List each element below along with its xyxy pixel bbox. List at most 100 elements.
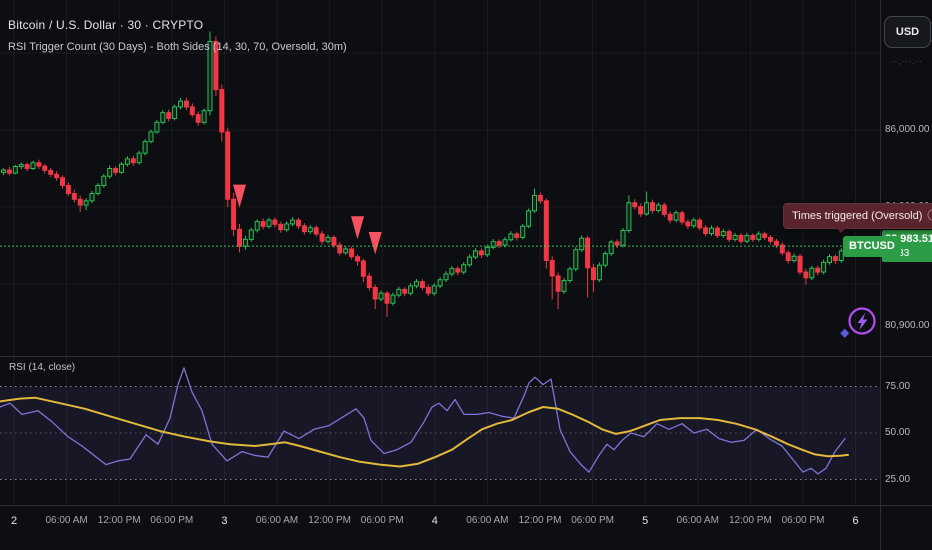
time-axis[interactable]: 2 06:00 AM 12:00 PM 06:00 PM 3 06:00 AM 12:00 … [0, 505, 932, 550]
rsi-axis-label: 50.00 [885, 427, 911, 438]
candle [478, 248, 484, 258]
pane-separator[interactable] [0, 356, 932, 357]
candle [166, 109, 172, 122]
candle [650, 199, 655, 214]
candle [355, 254, 360, 266]
candle [296, 217, 301, 229]
candle [620, 228, 626, 248]
candle [12, 165, 18, 175]
candle [408, 283, 414, 296]
candle [585, 235, 591, 298]
candle [608, 239, 614, 256]
boost-lightning-icon[interactable] [838, 300, 886, 344]
candle [549, 256, 555, 300]
candle [596, 262, 602, 283]
candle [189, 103, 195, 118]
candle [307, 225, 313, 234]
time-tick-day-label: 5 [642, 515, 649, 527]
candle [655, 202, 661, 213]
candle [832, 254, 838, 264]
candle [667, 211, 673, 224]
oversold-trigger-markers [233, 184, 382, 255]
candle [673, 210, 679, 223]
candle [319, 230, 325, 245]
candle [520, 223, 526, 240]
candle [732, 232, 738, 242]
candle [709, 225, 714, 236]
rsi-axis-label: 25.00 [885, 473, 911, 485]
candle [508, 231, 514, 242]
candle [242, 235, 248, 250]
time-tick-label: 06:00 PM [781, 515, 825, 526]
time-tick-label: 12:00 PM [308, 515, 351, 526]
candle [130, 155, 136, 166]
candle [738, 233, 744, 244]
candle [638, 203, 644, 218]
lightning-bolt-icon [857, 312, 868, 330]
indicator-title[interactable]: RSI Trigger Count (30 Days) - Both Sides… [8, 37, 347, 58]
candle [6, 166, 12, 176]
candle [284, 221, 290, 232]
rsi-axis-label: 75.00 [885, 380, 911, 392]
candle [89, 190, 95, 204]
candle [71, 189, 77, 203]
candle [195, 111, 201, 126]
trading-chart-app: Bitcoin / U.S. Dollar · 30 · CRYPTO RSI … [0, 0, 932, 550]
candle [714, 225, 720, 239]
candle [809, 265, 815, 281]
candle [614, 239, 620, 249]
candle [815, 265, 821, 276]
candle [183, 97, 189, 110]
candle [537, 192, 543, 204]
candle [1, 168, 6, 176]
info-icon[interactable]: ⓘ [927, 210, 932, 222]
candle [402, 287, 408, 297]
candle [42, 163, 48, 174]
candle [107, 165, 113, 179]
symbol-title[interactable]: Bitcoin / U.S. Dollar · 30 · CRYPTO [8, 14, 347, 37]
candle [414, 278, 419, 289]
candle [154, 119, 160, 134]
candle [626, 195, 632, 233]
candle [201, 108, 207, 125]
candle [48, 167, 54, 177]
candle [231, 193, 237, 236]
candle [726, 229, 732, 243]
candle [437, 277, 443, 289]
currency-toggle-button[interactable]: USD [884, 16, 931, 48]
candle [160, 109, 166, 125]
candle [372, 284, 378, 310]
time-tick-label: 06:00 PM [571, 515, 614, 526]
candle [219, 84, 225, 142]
time-tick-label: 12:00 PM [728, 515, 772, 526]
time-tick-day-label: 4 [431, 515, 438, 527]
symbol-price-label: BTCUSD [843, 236, 901, 258]
candle [119, 161, 124, 174]
candlestick-series [1, 31, 850, 317]
candle [514, 231, 520, 241]
rsi-pane-label[interactable]: RSI (14, close) [9, 362, 75, 373]
candle [467, 254, 473, 268]
candle [720, 228, 726, 238]
candle [490, 238, 496, 250]
candle [24, 162, 30, 172]
candle [172, 104, 178, 121]
candle [54, 171, 60, 181]
time-tick-label: 06:00 AM [45, 515, 88, 526]
candle [337, 242, 343, 256]
candle [750, 233, 756, 243]
candle [803, 268, 809, 285]
price-axis[interactable]: 86,000.0084,000.0080,900.00 75.0050.0025… [880, 0, 932, 550]
faded-price-label: ··,···.·· [890, 57, 924, 66]
price-chart-canvas[interactable] [0, 0, 932, 550]
price-axis-label: 80,900.00 [885, 320, 930, 332]
candle [691, 217, 697, 229]
time-tick-label: 06:00 AM [676, 515, 719, 526]
candle [526, 208, 532, 229]
candle [95, 183, 101, 196]
candle [254, 219, 260, 233]
candle [821, 259, 827, 275]
candle [679, 210, 685, 225]
time-tick-label: 06:00 PM [360, 515, 404, 526]
candle [237, 223, 242, 253]
